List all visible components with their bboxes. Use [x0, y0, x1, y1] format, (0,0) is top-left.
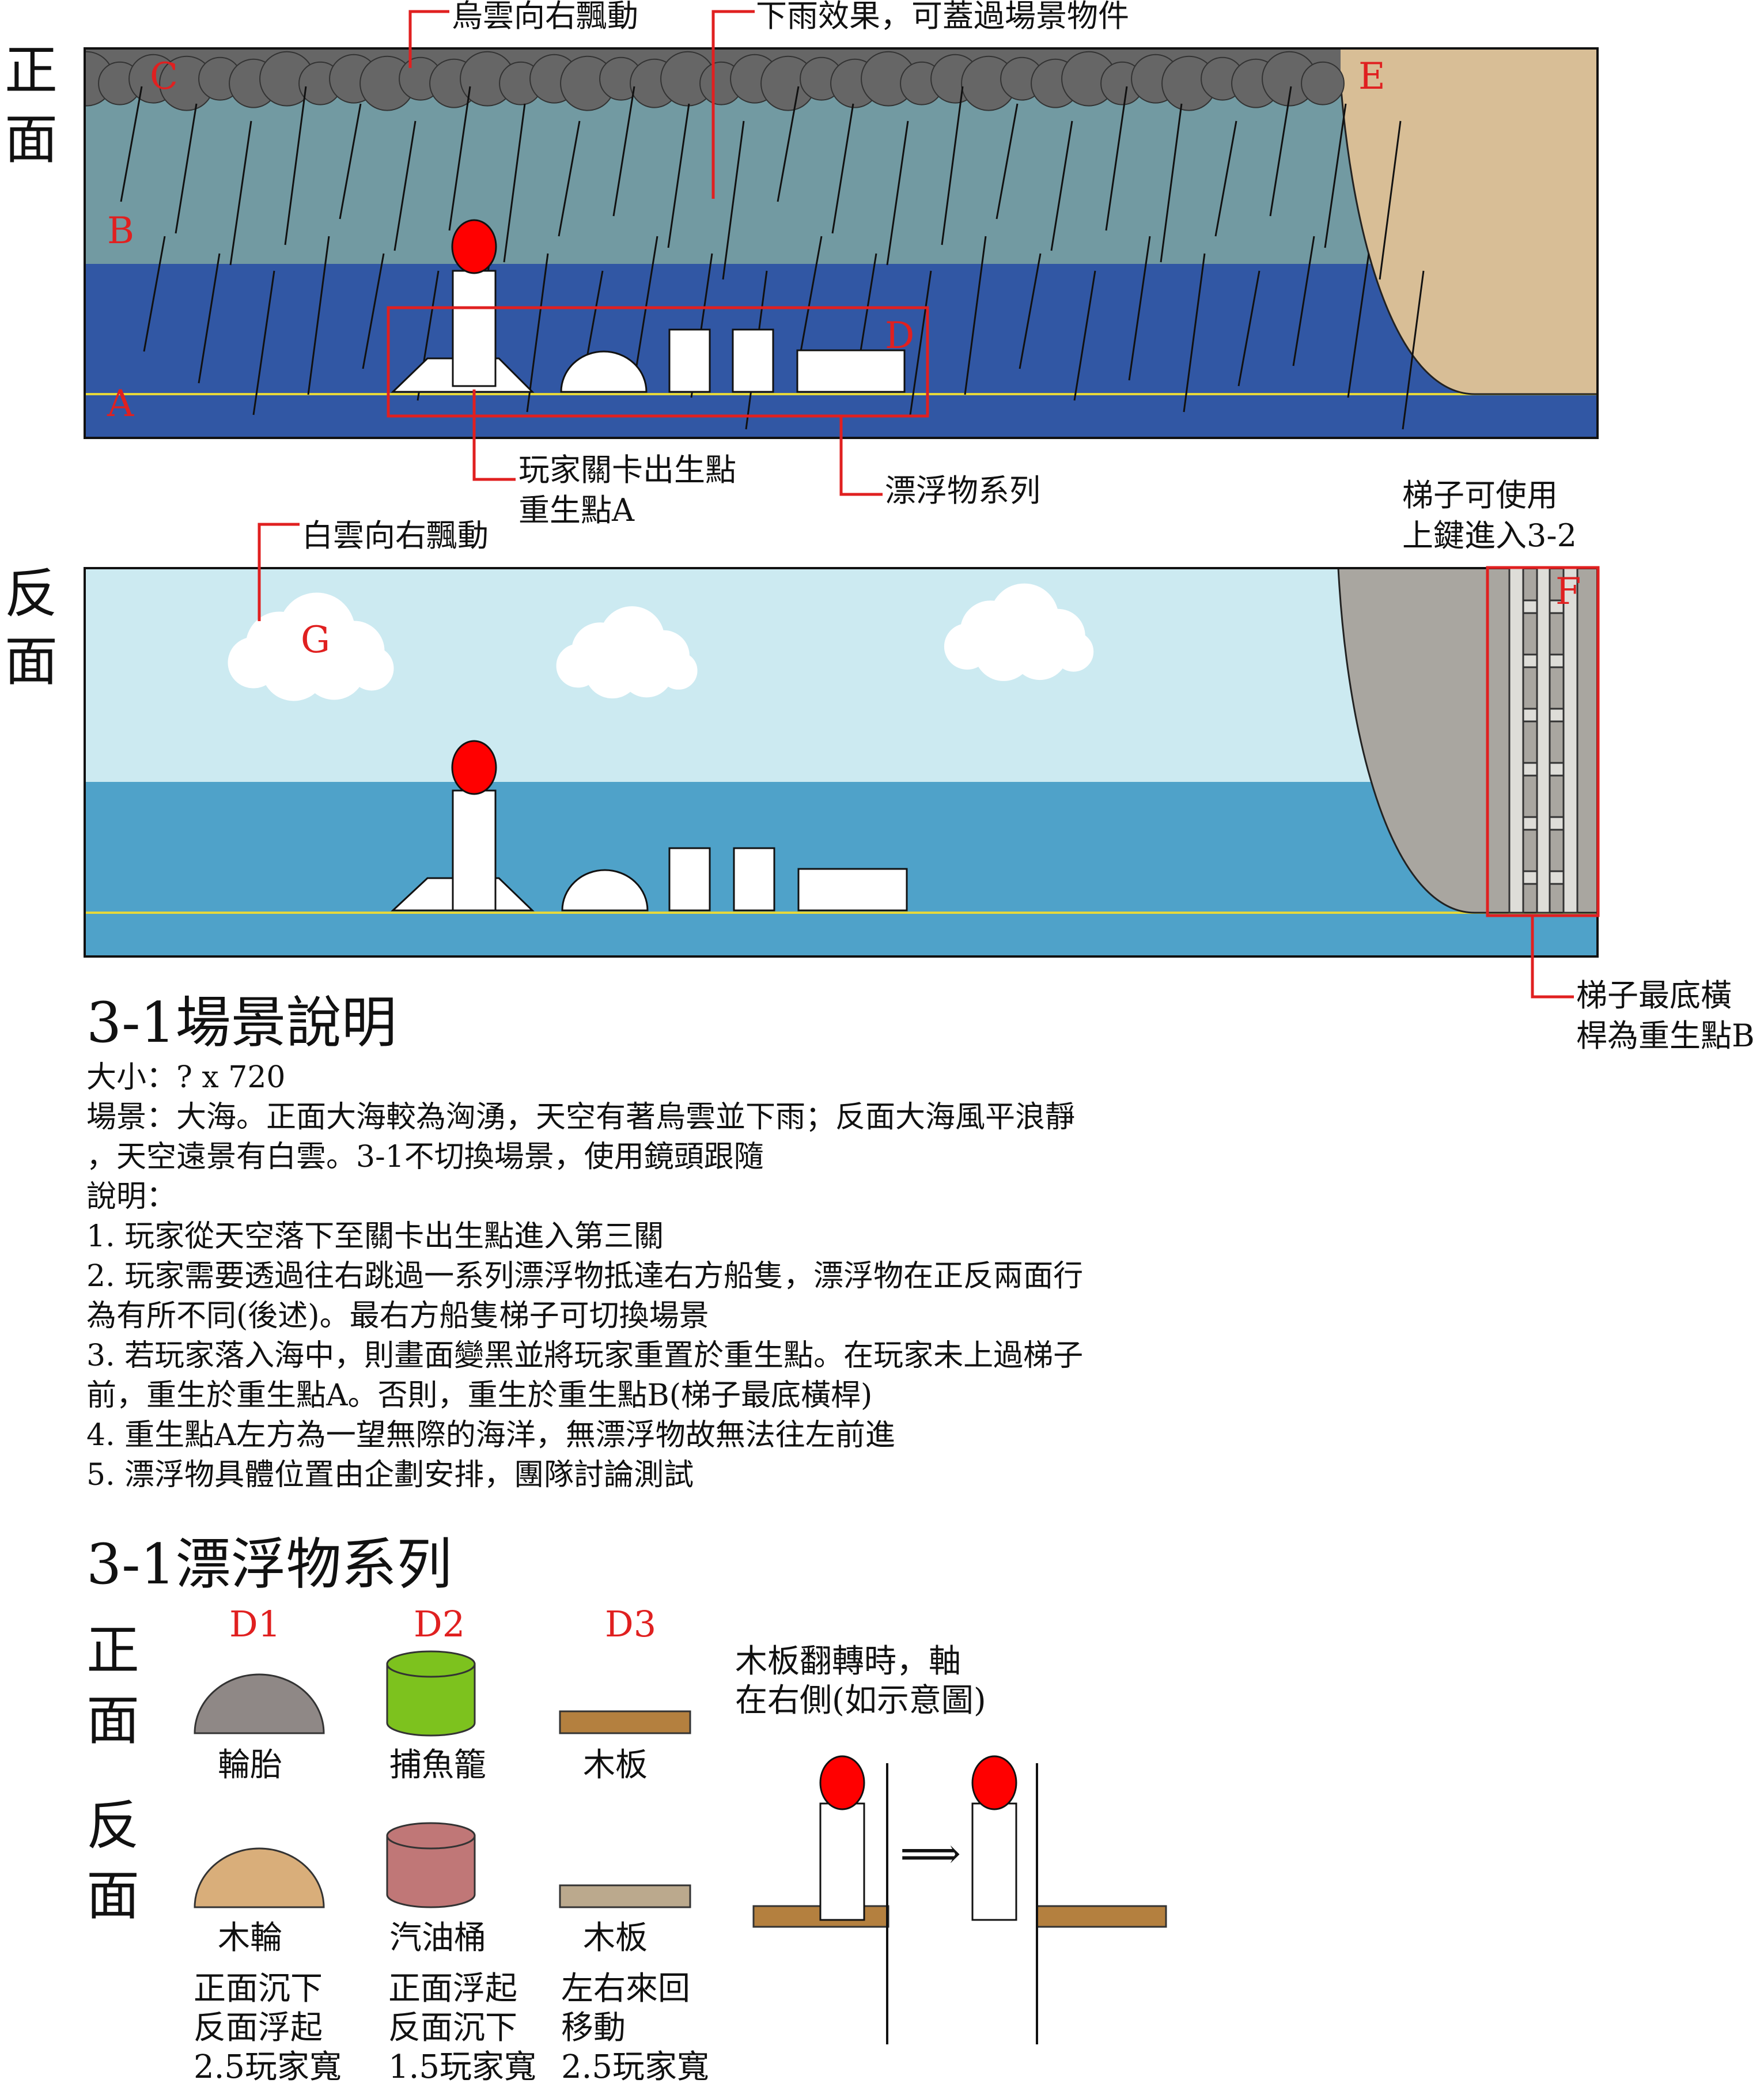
flip-player-before-head: [819, 1755, 865, 1810]
floats-front-label-2: 面: [86, 1690, 140, 1752]
plank-front-icon: [559, 1710, 691, 1734]
front-side-label-2: 面: [5, 109, 58, 171]
callout-spawn-line2: 重生點A: [518, 492, 634, 528]
note-line: 左右來回: [561, 1970, 690, 2007]
note-line: 正面浮起: [388, 1970, 517, 2007]
marker-e: E: [1358, 55, 1386, 98]
callout-ladder-use-line2: 上鍵進入3-2: [1402, 517, 1577, 554]
float-d1-note: 正面沉下 反面浮起 2.5玩家寬: [194, 1969, 342, 2087]
floats-back-label-1: 反: [86, 1795, 140, 1857]
float-d1-back-name: 木輪: [218, 1919, 282, 1957]
wood-wheel-icon: [194, 1847, 325, 1908]
float-d3-note: 左右來回 移動 2.5玩家寬: [561, 1969, 709, 2087]
back-player-head: [451, 740, 497, 795]
back-float-block-3: [797, 868, 908, 912]
plank-back-icon: [559, 1884, 691, 1908]
player-head: [451, 219, 497, 274]
flip-player-before-body: [819, 1802, 865, 1921]
description-line: ，天空遠景有白雲。3-1不切換場景，使用鏡頭跟隨: [86, 1140, 764, 1174]
description-line: 1. 玩家從天空落下至關卡出生點進入第三關: [86, 1219, 664, 1254]
back-side-label-1: 反: [5, 563, 58, 625]
back-float-block-1: [668, 847, 711, 912]
flip-note: 木板翻轉時，軸 在右側(如示意圖): [735, 1642, 986, 1721]
float-d2-back-name: 汽油桶: [389, 1919, 486, 1957]
ladder-rail-left: [1508, 567, 1524, 914]
flip-note-line: 在右側(如示意圖): [735, 1682, 986, 1719]
float-block-1: [668, 328, 711, 393]
description-line: 大小：? x 720: [86, 1060, 286, 1095]
flip-player-after-body: [971, 1802, 1017, 1921]
description-line: 2. 玩家需要透過往右跳過一系列漂浮物抵達右方船隻，漂浮物在正反兩面行: [86, 1259, 1084, 1294]
callout-ladder-bottom-line2: 桿為重生點B: [1576, 1018, 1755, 1054]
description-title: 3-1場景說明: [86, 990, 397, 1055]
back-float-block-2: [733, 847, 775, 912]
description-line: 場景：大海。正面大海較為洶湧，天空有著烏雲並下雨；反面大海風平浪靜: [86, 1100, 1076, 1135]
note-line: 反面沉下: [388, 2009, 517, 2047]
callout-spawn-line1: 玩家關卡出生點: [518, 452, 736, 488]
front-side-label-1: 正: [5, 40, 58, 101]
callout-floats: 漂浮物系列: [885, 472, 1040, 509]
marker-d: D: [885, 315, 915, 357]
tire-icon: [194, 1673, 325, 1734]
float-d3-back-name: 木板: [583, 1919, 648, 1957]
callout-rain: 下雨效果，可蓋過場景物件: [756, 0, 1129, 34]
note-line: 移動: [561, 2009, 626, 2047]
marker-g: G: [301, 619, 331, 661]
note-line: 1.5玩家寬: [388, 2048, 537, 2086]
description-body: 大小：? x 720 場景：大海。正面大海較為洶湧，天空有著烏雲並下雨；反面大海…: [86, 1058, 1083, 1495]
plank-flip-illustration: [752, 1755, 1167, 2044]
description-line: 3. 若玩家落入海中，則畫面變黑並將玩家重置於重生點。在玩家未上過梯子: [86, 1339, 1084, 1373]
dark-cloud-puff: [1301, 61, 1345, 105]
marker-f: F: [1555, 570, 1581, 613]
ladder: [1508, 567, 1578, 914]
back-side-label-2: 面: [5, 631, 58, 693]
flip-player-after-head: [971, 1755, 1017, 1810]
flip-arrow-icon: ⟹: [900, 1829, 962, 1878]
description-line: 前，重生於重生點A。否則，重生於重生點B(梯子最底橫桿): [86, 1378, 873, 1413]
float-d2-note: 正面浮起 反面沉下 1.5玩家寬: [388, 1969, 536, 2087]
note-line: 2.5玩家寬: [561, 2048, 710, 2086]
description-line: 說明：: [86, 1179, 177, 1214]
note-line: 正面沉下: [194, 1970, 323, 2007]
float-d2-front-name: 捕魚籠: [389, 1746, 486, 1784]
float-d1-label: D1: [229, 1603, 281, 1645]
float-d2-label: D2: [414, 1603, 465, 1645]
dark-clouds: [85, 48, 1345, 111]
float-d1-front-name: 輪胎: [218, 1746, 282, 1784]
back-panel: [84, 523, 1600, 999]
marker-b: B: [107, 210, 135, 252]
floats-back-label-2: 面: [86, 1865, 140, 1927]
note-line: 2.5玩家寬: [194, 2048, 342, 2086]
callout-ladder-use-line1: 梯子可使用: [1402, 477, 1558, 513]
oil-drum-icon: [386, 1822, 476, 1908]
description-line: 4. 重生點A左方為一望無際的海洋，無漂浮物故無法往左前進: [86, 1418, 895, 1453]
callout-ladder-bottom-line1: 梯子最底橫: [1576, 977, 1732, 1014]
float-d3-front-name: 木板: [583, 1746, 648, 1784]
float-block-2: [732, 328, 774, 393]
callout-dark-clouds: 烏雲向右飄動: [452, 0, 638, 34]
flip-note-line: 木板翻轉時，軸: [735, 1643, 961, 1680]
description-line: 5. 漂浮物具體位置由企劃安排，團隊討論測試: [86, 1458, 694, 1492]
description-line: 為有所不同(後述)。最右方船隻梯子可切換場景: [86, 1299, 709, 1333]
floats-front-label-1: 正: [86, 1620, 140, 1681]
marker-a: A: [107, 383, 134, 425]
flip-plank-after: [1036, 1905, 1167, 1928]
float-d3-label: D3: [605, 1603, 657, 1645]
callout-white-clouds: 白雲向右飄動: [302, 517, 489, 554]
fish-trap-icon: [386, 1650, 476, 1737]
player-body: [452, 270, 497, 387]
back-player-body: [452, 789, 497, 912]
ladder-rail-right: [1562, 567, 1578, 914]
floats-title: 3-1漂浮物系列: [86, 1532, 452, 1597]
marker-c: C: [150, 55, 178, 98]
note-line: 反面浮起: [194, 2009, 323, 2047]
ladder-center-post: [1536, 567, 1551, 914]
